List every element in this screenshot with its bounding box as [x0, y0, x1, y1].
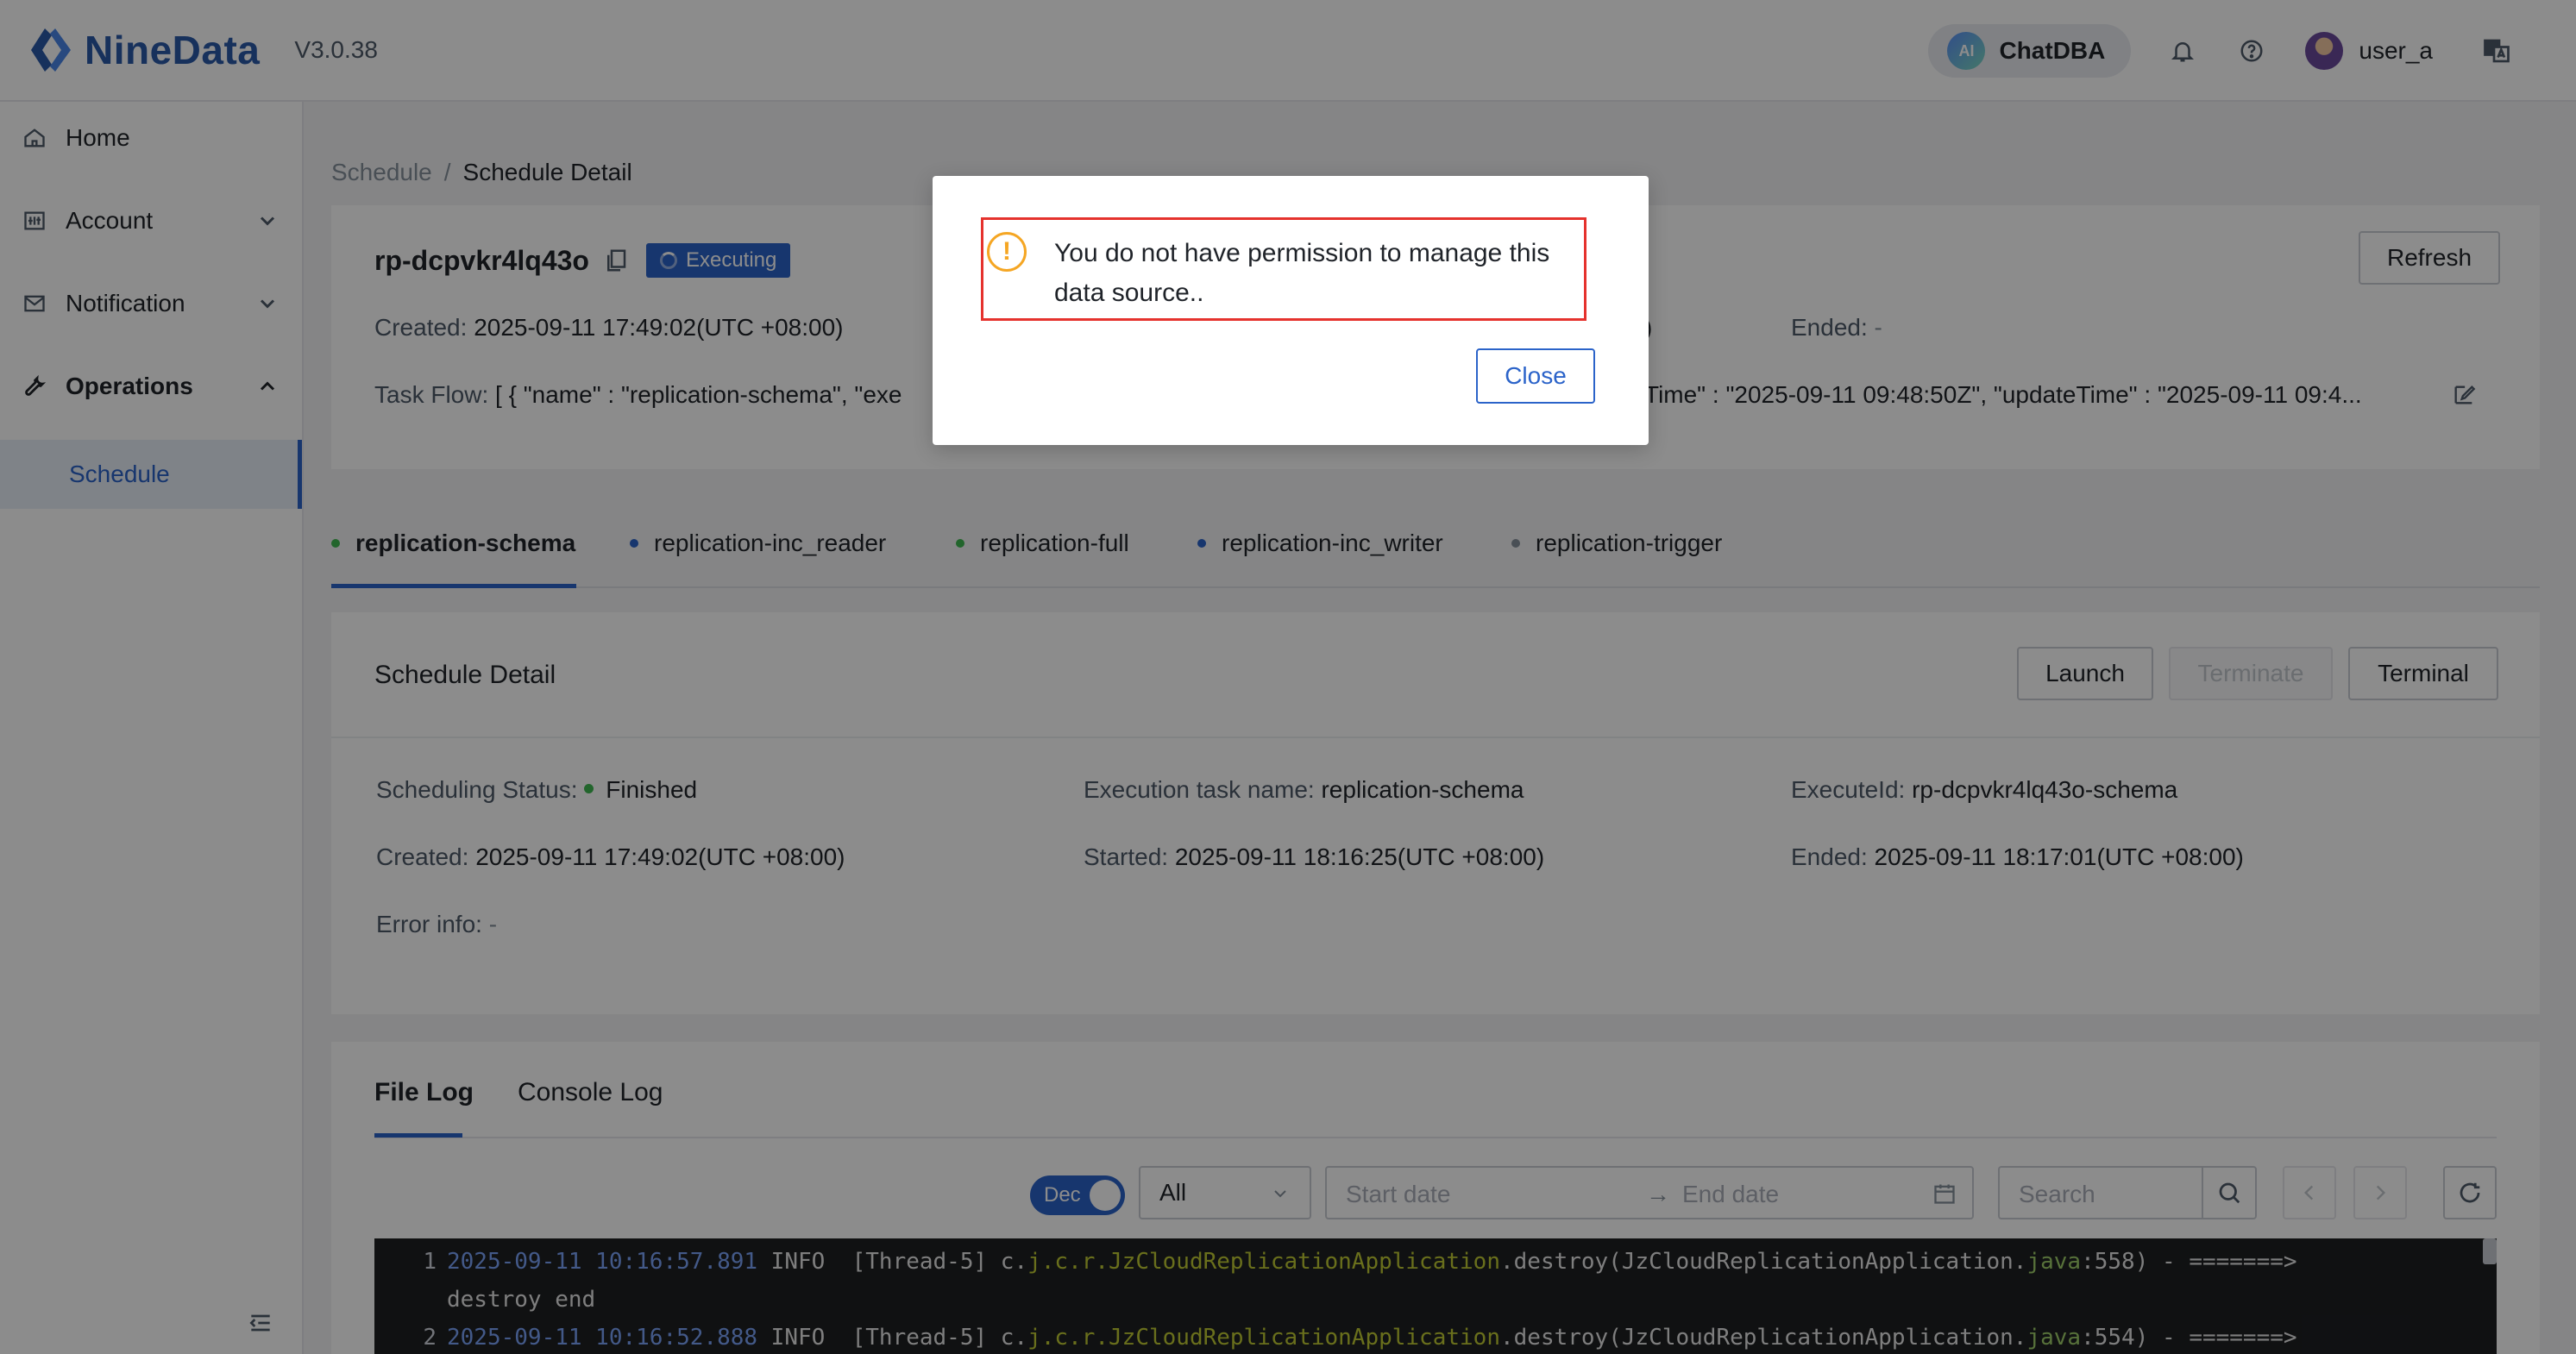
warning-message-box: ! You do not have permission to manage t…	[981, 217, 1586, 321]
warning-icon: !	[987, 232, 1027, 272]
close-button[interactable]: Close	[1476, 348, 1595, 404]
permission-modal: ! You do not have permission to manage t…	[933, 176, 1649, 445]
warning-message: You do not have permission to manage thi…	[1054, 239, 1550, 307]
